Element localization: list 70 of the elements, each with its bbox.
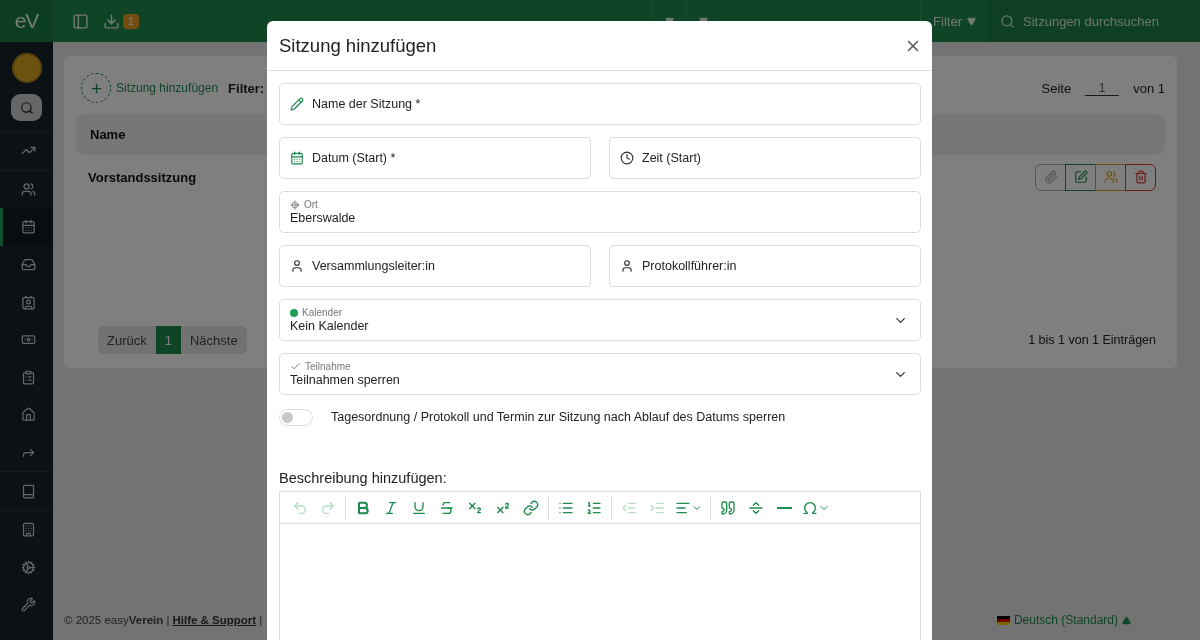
pencil-icon xyxy=(290,97,304,111)
notification-badge: 1 xyxy=(123,13,139,29)
toggle-label: Tagesordnung / Protokoll und Termin zur Sitzung nach Ablauf des Datums sperren xyxy=(331,410,786,424)
search-button[interactable] xyxy=(11,94,42,121)
search-icon xyxy=(19,100,34,115)
caret-up-icon xyxy=(1122,615,1131,625)
contact-card-icon xyxy=(20,294,36,310)
page-label: Seite xyxy=(1041,80,1072,96)
settings-icon xyxy=(20,559,36,575)
language-selector[interactable]: Deutsch (Standard) xyxy=(990,612,1137,628)
search-field[interactable]: Sitzungen durchsuchen xyxy=(988,0,1200,42)
help-link[interactable]: Hilfe & Support xyxy=(172,614,257,626)
sidebar-item[interactable] xyxy=(0,208,53,246)
book-icon xyxy=(20,483,36,499)
flag-icon xyxy=(996,615,1010,625)
action-button[interactable] xyxy=(1035,163,1066,191)
input-field[interactable]: Versammlungsleiter:in xyxy=(279,245,591,287)
building-icon xyxy=(20,522,36,538)
toggle-switch[interactable] xyxy=(279,408,313,426)
action-button[interactable] xyxy=(1095,163,1126,191)
calendar-icon xyxy=(20,219,36,235)
field-value: Kein Kalender xyxy=(290,319,370,333)
page-button[interactable]: Nächste xyxy=(180,326,247,354)
users-icon xyxy=(1103,170,1118,184)
delete-icon xyxy=(1133,170,1148,184)
select-field[interactable]: Kalender Kein Kalender xyxy=(279,299,921,341)
users-icon xyxy=(20,181,36,197)
field-value: Eberswalde xyxy=(290,211,357,225)
paperclip-icon xyxy=(1043,170,1058,184)
page-count: von 1 xyxy=(1133,80,1165,96)
home-icon xyxy=(20,407,36,423)
separator-text: | xyxy=(259,614,263,626)
page-input[interactable]: 1 xyxy=(1085,80,1120,96)
user-icon xyxy=(290,259,304,273)
field-value: Teilnahmen sperren xyxy=(290,373,401,387)
input-field[interactable]: Ort Eberswalde xyxy=(279,191,921,233)
entries-info: 1 bis 1 von 1 Einträgen xyxy=(1028,333,1156,347)
calendar-icon xyxy=(290,151,304,165)
app-logo[interactable]: eV xyxy=(0,0,53,42)
search-icon xyxy=(1000,13,1015,29)
edit-icon xyxy=(1073,170,1088,184)
check-icon xyxy=(290,361,301,372)
field-label: Kalender xyxy=(302,307,343,318)
wrench-icon xyxy=(20,597,36,613)
description-label: Beschreibung hinzufügen: xyxy=(279,470,448,486)
caret-down-icon xyxy=(967,16,976,26)
action-button[interactable] xyxy=(1125,163,1156,191)
copyright-text: © 2025 easyVerein | xyxy=(64,614,170,626)
action-button[interactable] xyxy=(1065,163,1096,191)
column-header[interactable]: Name xyxy=(90,127,126,142)
clipboard-icon xyxy=(20,369,36,385)
input-field[interactable]: Protokollführer:in xyxy=(609,245,921,287)
input-field[interactable]: Datum (Start) * xyxy=(279,137,591,179)
add-session-button[interactable]: Sitzung hinzufügen xyxy=(81,73,219,103)
select-field[interactable]: Teilnahme Teilnahmen sperren xyxy=(279,353,921,395)
table-cell-text: Vorstandssitzung xyxy=(88,169,198,185)
input-field[interactable]: Zeit (Start) xyxy=(609,137,921,179)
location-icon xyxy=(290,199,300,210)
inbox-icon xyxy=(20,257,36,273)
user-icon xyxy=(620,259,634,273)
plus-icon xyxy=(88,80,104,96)
clock-icon xyxy=(620,151,634,165)
field-label: Ort xyxy=(304,199,318,210)
avatar[interactable] xyxy=(11,53,42,83)
page-button[interactable]: 1 xyxy=(155,326,181,354)
filter-label: Filter: xyxy=(228,80,265,96)
page-button[interactable]: Zurück xyxy=(98,326,156,354)
field-label: Teilnahme xyxy=(305,361,351,372)
input-field[interactable]: Name der Sitzung * xyxy=(279,83,921,125)
modal-title: Sitzung hinzufügen xyxy=(279,34,438,57)
